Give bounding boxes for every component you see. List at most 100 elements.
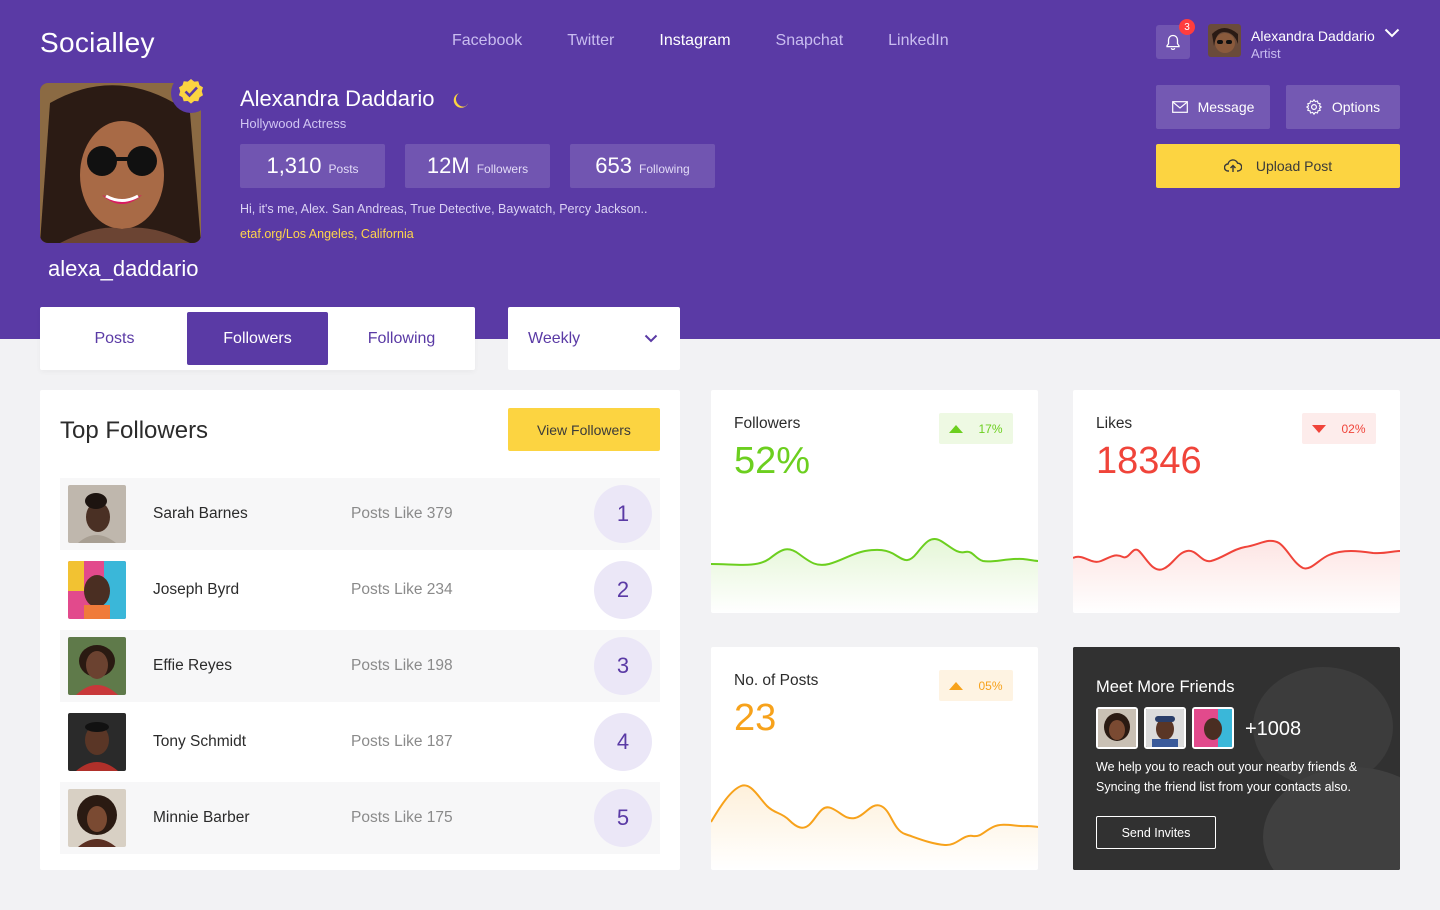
mail-icon <box>1171 101 1188 113</box>
moon-icon <box>454 93 469 108</box>
nav-item-linkedin[interactable]: LinkedIn <box>888 32 949 50</box>
friend-avatars <box>1096 707 1240 749</box>
verified-icon <box>179 79 203 104</box>
followers-metric-card: Followers 52% 17% <box>711 390 1038 613</box>
bell-icon <box>1166 34 1180 50</box>
user-role: Artist <box>1251 46 1281 61</box>
follower-avatar <box>68 713 126 771</box>
follower-rank: 2 <box>594 561 652 619</box>
follower-likes: Posts Like 379 <box>351 505 453 522</box>
nav-item-facebook[interactable]: Facebook <box>452 32 522 50</box>
notification-count-badge: 3 <box>1179 19 1195 35</box>
friend-avatar <box>1192 707 1234 749</box>
brand-logo[interactable]: Socialley <box>40 27 155 59</box>
user-menu[interactable]: Alexandra Daddario Artist <box>1208 24 1400 61</box>
follower-row[interactable]: Sarah Barnes Posts Like 379 1 <box>60 478 660 550</box>
upload-post-button[interactable]: Upload Post <box>1156 144 1400 188</box>
nav-item-snapchat[interactable]: Snapchat <box>776 32 844 50</box>
profile-name-text: Alexandra Daddario <box>240 86 435 111</box>
metric-value: 18346 <box>1096 440 1202 482</box>
meet-friends-card: Meet More Friends +1008 We help you to r… <box>1073 647 1400 870</box>
message-button[interactable]: Message <box>1156 85 1270 129</box>
follower-likes: Posts Like 187 <box>351 733 453 750</box>
view-followers-button[interactable]: View Followers <box>508 408 660 451</box>
triangle-up-icon <box>949 681 964 690</box>
follower-row[interactable]: Joseph Byrd Posts Like 234 2 <box>60 554 660 626</box>
options-label: Options <box>1331 99 1381 115</box>
verified-badge <box>171 73 211 113</box>
top-followers-card: Top Followers View Followers Sarah Barne… <box>40 390 680 870</box>
follower-name: Tony Schmidt <box>153 733 247 750</box>
follower-likes: Posts Like 234 <box>351 581 453 598</box>
stat-followers: 12M Followers <box>405 144 550 188</box>
follower-row[interactable]: Tony Schmidt Posts Like 187 4 <box>60 706 660 778</box>
period-select[interactable]: Weekly <box>508 307 680 370</box>
user-avatar <box>1208 24 1241 57</box>
stat-label: Posts <box>328 161 359 176</box>
user-name: Alexandra Daddario <box>1251 28 1375 44</box>
metric-label: No. of Posts <box>734 672 819 689</box>
nav-item-twitter[interactable]: Twitter <box>567 32 614 50</box>
likes-sparkline <box>1073 539 1400 613</box>
meet-friends-description: We help you to reach out your nearby fri… <box>1096 760 1358 794</box>
tab-posts[interactable]: Posts <box>44 312 185 365</box>
triangle-up-icon <box>949 424 964 433</box>
follower-likes: Posts Like 175 <box>351 809 453 826</box>
stat-value: 653 <box>595 153 632 178</box>
follower-name: Minnie Barber <box>153 809 250 826</box>
likes-metric-card: Likes 18346 02% <box>1073 390 1400 613</box>
metric-change: 17% <box>978 421 1003 436</box>
top-nav: Facebook Twitter Instagram Snapchat Link… <box>452 32 994 50</box>
follower-avatar <box>68 637 126 695</box>
profile-title: Hollywood Actress <box>240 116 347 131</box>
notifications-button[interactable]: 3 <box>1156 19 1195 59</box>
stat-value: 12M <box>426 153 470 178</box>
tab-following[interactable]: Following <box>331 312 472 365</box>
metric-label: Followers <box>734 415 801 432</box>
follower-name: Joseph Byrd <box>153 581 240 598</box>
profile-tabs: Posts Followers Following <box>40 307 475 370</box>
upload-post-label: Upload Post <box>1255 158 1333 174</box>
profile-bio: Hi, it's me, Alex. San Andreas, True Det… <box>240 202 648 216</box>
follower-rank: 5 <box>594 789 652 847</box>
options-button[interactable]: Options <box>1286 85 1400 129</box>
tab-followers[interactable]: Followers <box>187 312 328 365</box>
stat-following: 653 Following <box>570 144 715 188</box>
message-label: Message <box>1197 99 1255 115</box>
metric-change: 02% <box>1341 421 1366 436</box>
follower-row[interactable]: Effie Reyes Posts Like 198 3 <box>60 630 660 702</box>
profile-name: Alexandra Daddario <box>240 86 470 112</box>
posts-sparkline <box>711 784 1038 870</box>
send-invites-button[interactable]: Send Invites <box>1096 816 1216 849</box>
follower-avatar <box>68 561 126 619</box>
metric-change: 05% <box>978 678 1003 693</box>
profile-link[interactable]: etaf.org/Los Angeles, California <box>240 227 414 241</box>
cloud-upload-icon <box>1223 159 1242 172</box>
period-selected-value: Weekly <box>528 329 581 347</box>
gear-icon <box>1305 99 1322 115</box>
top-followers-title: Top Followers <box>60 417 209 444</box>
metric-change-badge: 05% <box>939 670 1013 701</box>
follower-avatar <box>68 485 126 543</box>
friend-avatar <box>1144 707 1186 749</box>
meet-friends-title: Meet More Friends <box>1096 678 1235 696</box>
stat-label: Following <box>639 161 690 176</box>
follower-avatar <box>68 789 126 847</box>
follower-likes: Posts Like 198 <box>351 657 453 674</box>
posts-metric-card: No. of Posts 23 05% <box>711 647 1038 870</box>
follower-rank: 4 <box>594 713 652 771</box>
follower-name: Sarah Barnes <box>153 505 248 522</box>
profile-handle: alexa_daddario <box>48 256 199 281</box>
triangle-down-icon <box>1312 424 1327 433</box>
follower-rank: 1 <box>594 485 652 543</box>
follower-row[interactable]: Minnie Barber Posts Like 175 5 <box>60 782 660 854</box>
friend-avatar <box>1096 707 1138 749</box>
nav-item-instagram[interactable]: Instagram <box>659 32 730 50</box>
chevron-down-icon[interactable] <box>1384 28 1400 38</box>
metric-change-badge: 17% <box>939 413 1013 444</box>
metric-change-badge: 02% <box>1302 413 1376 444</box>
followers-sparkline <box>711 537 1038 613</box>
follower-name: Effie Reyes <box>153 657 232 674</box>
stat-label: Followers <box>476 161 529 176</box>
follower-rank: 3 <box>594 637 652 695</box>
